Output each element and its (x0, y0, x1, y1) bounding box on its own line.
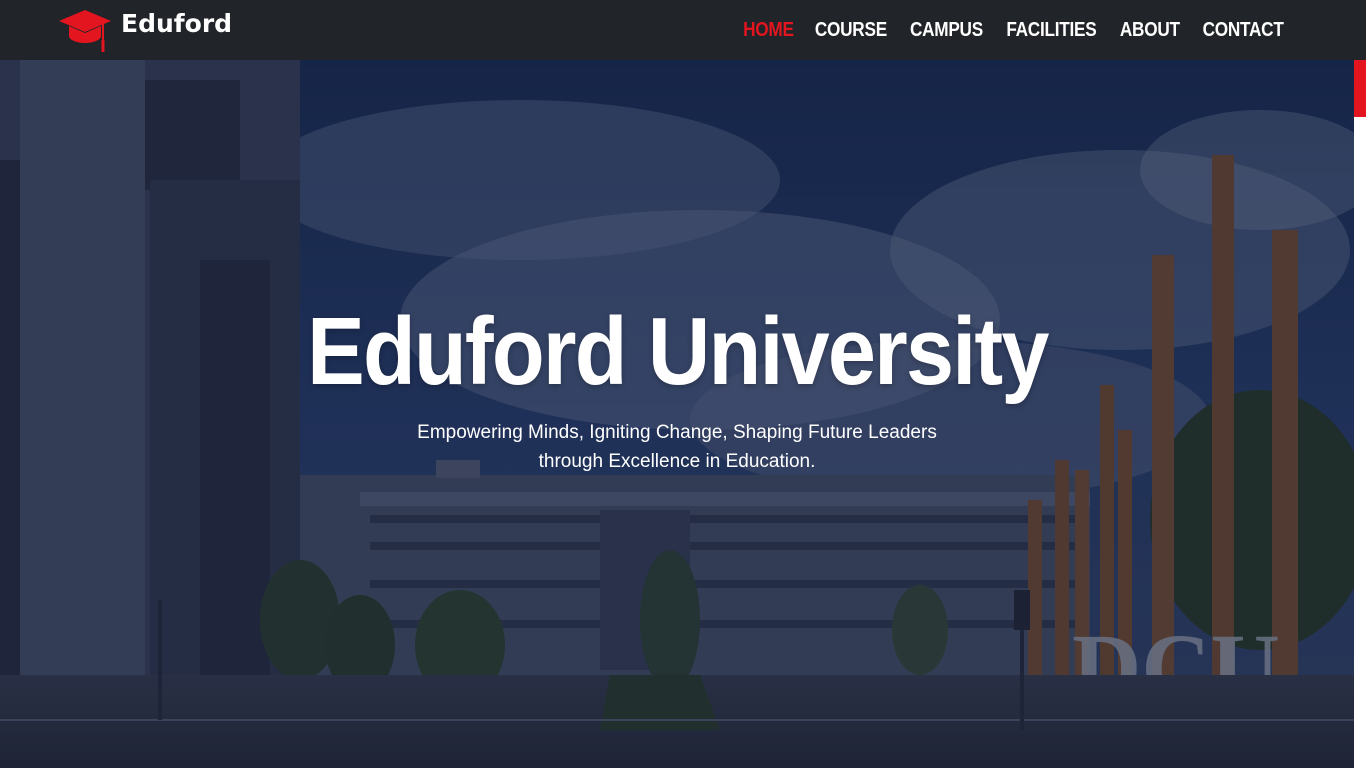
brand-logo-link[interactable]: Eduford (58, 8, 232, 54)
nav-link-home[interactable]: HOME (743, 16, 794, 44)
navbar: Eduford HOME COURSE CAMPUS FACILITIES AB… (0, 0, 1366, 60)
nav-item-home: HOME (739, 16, 798, 44)
nav-link-contact[interactable]: CONTACT (1202, 16, 1283, 44)
hero-section: DCU Eduford University Empowering Minds,… (0, 60, 1354, 768)
nav-link-facilities[interactable]: FACILITIES (1007, 16, 1097, 44)
nav-item-facilities: FACILITIES (999, 16, 1104, 44)
nav-item-about: ABOUT (1115, 16, 1185, 44)
hero-content: Eduford University Empowering Minds, Ign… (0, 302, 1354, 476)
nav-link-about[interactable]: ABOUT (1120, 16, 1180, 44)
nav-link-campus[interactable]: CAMPUS (909, 16, 982, 44)
scroll-progress-track[interactable] (1354, 60, 1366, 768)
hero-subtitle-line1: Empowering Minds, Igniting Change, Shapi… (417, 422, 937, 443)
hero-title: Eduford University (306, 298, 1049, 405)
brand-name: Eduford (121, 9, 233, 38)
nav-item-course: COURSE (809, 16, 893, 44)
graduation-cap-icon (59, 10, 111, 52)
nav-link-course[interactable]: COURSE (815, 16, 887, 44)
nav-item-contact: CONTACT (1196, 16, 1290, 44)
hero-subtitle: Empowering Minds, Igniting Change, Shapi… (397, 418, 957, 476)
main-nav: HOME COURSE CAMPUS FACILITIES ABOUT CONT… (728, 16, 1290, 44)
hero-subtitle-line2: through Excellence in Education. (538, 451, 816, 472)
scroll-progress-fill (1354, 60, 1366, 117)
nav-item-campus: CAMPUS (904, 16, 989, 44)
